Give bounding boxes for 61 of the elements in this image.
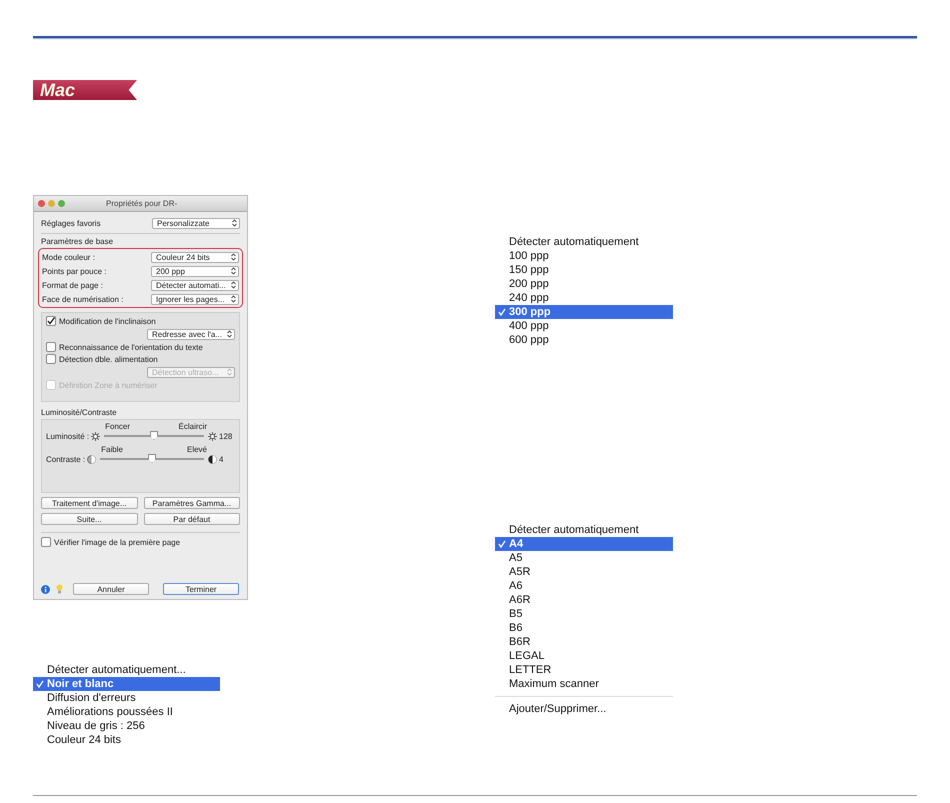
checkbox-label: Définition Zone à numériser [59,380,158,390]
dialog-button[interactable]: Traitement d'image... [41,497,138,509]
slider-min-label: Foncer [105,422,130,431]
section-title: Luminosité/Contraste [41,408,118,417]
slider-value: 128 [218,432,234,440]
popup-menu[interactable]: Redresse avec l'a... [147,328,235,340]
field-label: Points par pouce : [42,266,106,276]
checkbox-label: Détection dble. alimentation [59,354,158,364]
popup-menu[interactable]: Ignorer les pages... [151,294,239,304]
section-title: Paramètres de base [41,237,114,246]
slider-value: 4 [218,454,224,464]
menu-item[interactable]: 300 ppp [495,305,673,319]
menu-item[interactable]: A5 [495,551,673,565]
checkbox-label: Modification de l'inclinaison [59,316,156,326]
menu-item[interactable]: A6 [495,579,673,593]
menu-item[interactable]: 200 ppp [495,277,673,291]
menu-item[interactable]: A5R [495,565,673,579]
menu-item[interactable]: B6R [495,635,673,649]
checkbox-label: Vérifier l'image de la première page [54,538,180,546]
slider-label: Luminosité : [46,432,90,440]
dialog-button[interactable]: Suite... [41,513,138,525]
menu-item[interactable]: Couleur 24 bits [33,733,220,747]
field-label: Face de numérisation : [42,294,124,304]
menu-item[interactable]: 240 ppp [495,291,673,305]
popup-menu[interactable]: Détecter automati... [151,280,239,290]
menu-item[interactable]: Diffusion d'erreurs [33,691,220,705]
menu-item[interactable]: Détecter automatiquement [495,235,673,249]
dialog-button[interactable]: Terminer [163,583,239,595]
menu-item[interactable]: Améliorations poussées II [33,705,220,719]
menu-item[interactable]: B6 [495,621,673,635]
menu-item[interactable]: Noir et blanc [33,677,220,691]
menu-item[interactable]: A6R [495,593,673,607]
menu-item[interactable]: Ajouter/Supprimer... [495,702,673,716]
dialog-button[interactable]: Paramètres Gamma... [144,497,240,509]
mac-badge: Mac [33,80,137,100]
menu-item[interactable]: LEGAL [495,649,673,663]
field-label: Format de page : [42,280,103,290]
menu-item[interactable]: B5 [495,607,673,621]
menu-item[interactable]: 100 ppp [495,249,673,263]
window-title: Propriétés pour DR- [106,199,178,208]
slider-min-label: Faible [101,445,123,454]
popup-menu[interactable]: Personalizzate [152,218,240,228]
popup-menu[interactable]: Couleur 24 bits [151,252,239,262]
dialog-button[interactable]: Par défaut [144,513,240,525]
field-label: Réglages favoris [41,218,101,228]
menu-item[interactable]: A4 [495,537,673,551]
menu-item[interactable]: 600 ppp [495,333,673,347]
menu-item[interactable]: Détecter automatiquement [495,523,673,537]
menu-item[interactable]: 150 ppp [495,263,673,277]
slider-label: Contraste : [46,454,86,464]
slider-max-label: Elevé [186,445,207,454]
slider-max-label: Éclaircir [178,422,207,431]
field-label: Mode couleur : [42,252,95,262]
menu-item[interactable]: Niveau de gris : 256 [33,719,220,733]
menu-item[interactable]: Détecter automatiquement... [33,663,220,677]
dialog-button[interactable]: Annuler [73,583,149,595]
checkbox-label: Reconnaissance de l'orientation du texte [59,342,203,352]
menu-item[interactable]: Maximum scanner [495,677,673,691]
popup-menu[interactable]: 200 ppp [151,266,239,276]
menu-item[interactable]: LETTER [495,663,673,677]
menu-item[interactable]: 400 ppp [495,319,673,333]
